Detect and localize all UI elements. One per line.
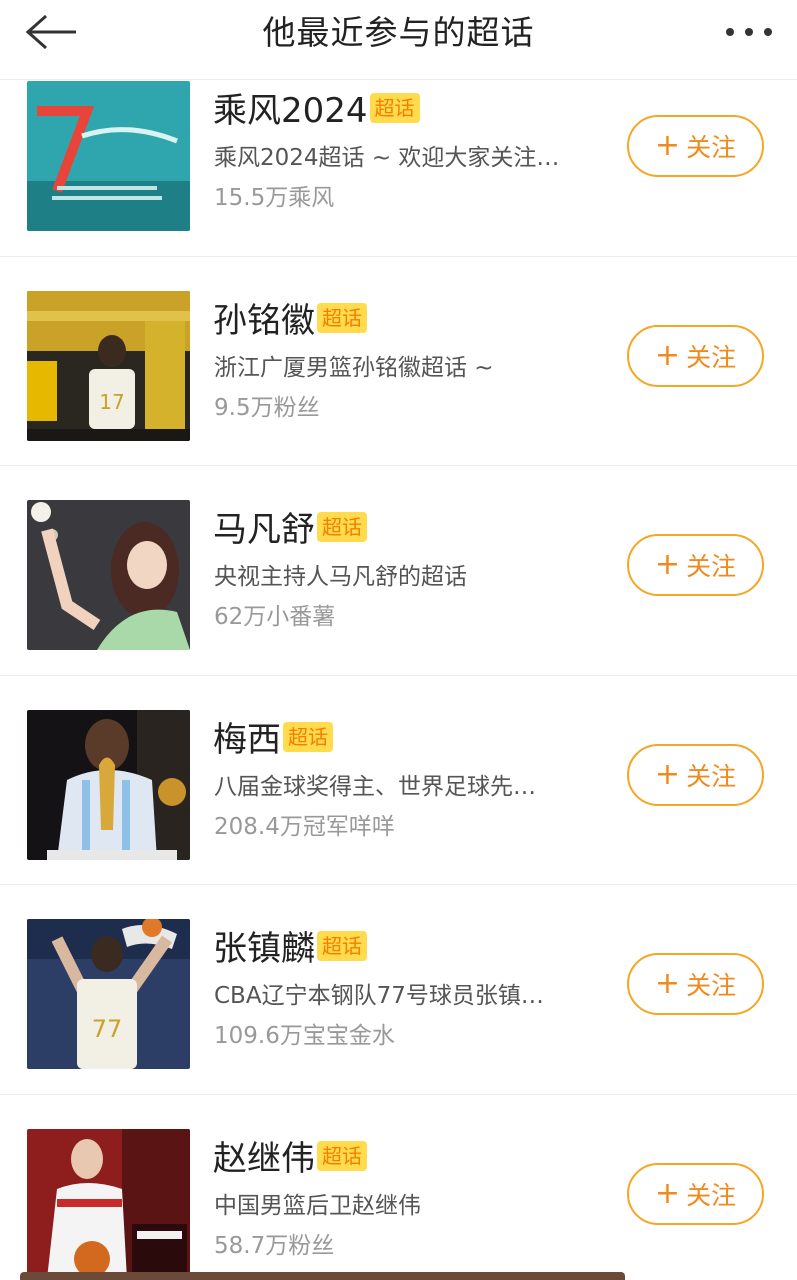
super-topic-badge: 超话 — [369, 93, 420, 123]
topic-name: 孙铭徽 — [213, 300, 315, 341]
follow-button[interactable]: + 关注 — [627, 324, 764, 387]
fan-count: 208.4万冠军咩咩 — [214, 813, 395, 840]
follow-button[interactable]: + 关注 — [627, 534, 764, 596]
follow-label: 关注 — [686, 342, 737, 372]
topic-description: 浙江广厦男篮孙铭徽超话 ~ — [214, 354, 494, 381]
follow-label: 关注 — [686, 552, 737, 581]
more-button[interactable] — [719, 10, 779, 54]
follow-label: 关注 — [686, 133, 737, 162]
super-topic-badge: 超话 — [283, 721, 333, 752]
host-portrait-image — [27, 500, 190, 650]
basketball-dunk-image: 77 — [27, 919, 190, 1069]
page-title: 他最近参与的超话 — [262, 13, 535, 52]
topic-name: 张镇麟 — [213, 929, 315, 969]
plus-icon: + — [654, 547, 681, 582]
fan-count: 9.5万粉丝 — [214, 394, 320, 421]
show-poster-image — [27, 81, 190, 231]
super-topic-badge: 超话 — [317, 931, 367, 961]
follow-button[interactable]: + 关注 — [627, 743, 764, 806]
topic-description: 央视主持人马凡舒的超话 — [214, 564, 467, 590]
topic-thumbnail[interactable] — [27, 500, 190, 650]
topic-thumbnail[interactable]: 77 — [27, 919, 190, 1069]
super-topic-badge: 超话 — [317, 302, 367, 333]
plus-icon: + — [654, 966, 681, 1001]
fan-count: 62万小番薯 — [214, 604, 336, 630]
topic-name: 梅西 — [213, 719, 281, 760]
topic-description: CBA辽宁本钢队77号球员张镇… — [214, 983, 544, 1009]
follow-label: 关注 — [686, 1180, 737, 1210]
topic-description: 乘风2024超话 ~ 欢迎大家关注… — [214, 145, 560, 171]
topic-title: 梅西 超话 — [213, 718, 333, 762]
topic-title: 张镇麟 超话 — [213, 927, 367, 971]
topic-title: 马凡舒 超话 — [213, 508, 367, 552]
topic-description: 八届金球奖得主、世界足球先… — [214, 773, 536, 800]
follow-label: 关注 — [686, 761, 737, 791]
topic-thumbnail[interactable] — [27, 81, 190, 231]
plus-icon: + — [654, 337, 681, 373]
plus-icon: + — [654, 1175, 681, 1211]
super-topic-badge: 超话 — [317, 512, 367, 542]
topic-name: 马凡舒 — [213, 510, 315, 550]
fan-count: 109.6万宝宝金水 — [214, 1023, 395, 1049]
more-dots-icon — [726, 28, 772, 36]
topic-title: 乘风2024 超话 — [213, 89, 420, 133]
super-topic-badge: 超话 — [317, 1140, 367, 1171]
topic-list: 乘风2024 超话 乘风2024超话 ~ 欢迎大家关注… 15.5万乘风 + 关… — [0, 47, 797, 1280]
list-item[interactable]: 77 张镇麟 超话 CBA辽宁本钢队77号球员张镇… 109.6万宝宝金水 + … — [0, 885, 797, 1095]
svg-text:17: 17 — [99, 390, 124, 414]
topic-thumbnail[interactable] — [27, 1128, 190, 1279]
list-item[interactable]: 马凡舒 超话 央视主持人马凡舒的超话 62万小番薯 + 关注 — [0, 466, 797, 676]
basketball-player-image: 17 — [27, 290, 190, 441]
follow-button[interactable]: + 关注 — [627, 115, 764, 177]
plus-icon: + — [654, 128, 681, 163]
fan-count: 58.7万粉丝 — [214, 1232, 335, 1259]
topic-thumbnail[interactable]: 17 — [27, 290, 190, 441]
list-item[interactable]: 梅西 超话 八届金球奖得主、世界足球先… 208.4万冠军咩咩 + 关注 — [0, 675, 797, 885]
fan-count: 15.5万乘风 — [214, 185, 335, 211]
national-team-player-image — [27, 1128, 190, 1279]
topic-name: 赵继伟 — [213, 1138, 315, 1179]
plus-icon: + — [654, 756, 681, 792]
topic-thumbnail[interactable] — [27, 709, 190, 860]
bottom-edge-strip — [20, 1272, 625, 1280]
top-bar: 他最近参与的超话 — [0, 0, 797, 80]
topic-description: 中国男篮后卫赵继伟 — [214, 1192, 421, 1219]
svg-text:77: 77 — [92, 1015, 123, 1043]
follow-button[interactable]: + 关注 — [627, 1162, 764, 1225]
topic-title: 孙铭徽 超话 — [213, 299, 367, 343]
football-trophy-image — [27, 709, 190, 860]
follow-label: 关注 — [686, 971, 737, 1000]
list-item[interactable]: 17 孙铭徽 超话 浙江广厦男篮孙铭徽超话 ~ 9.5万粉丝 + 关注 — [0, 256, 797, 466]
topic-title: 赵继伟 超话 — [213, 1137, 367, 1181]
topic-name: 乘风2024 — [213, 91, 368, 131]
follow-button[interactable]: + 关注 — [627, 953, 764, 1015]
list-item[interactable]: 赵继伟 超话 中国男篮后卫赵继伟 58.7万粉丝 + 关注 — [0, 1094, 797, 1280]
